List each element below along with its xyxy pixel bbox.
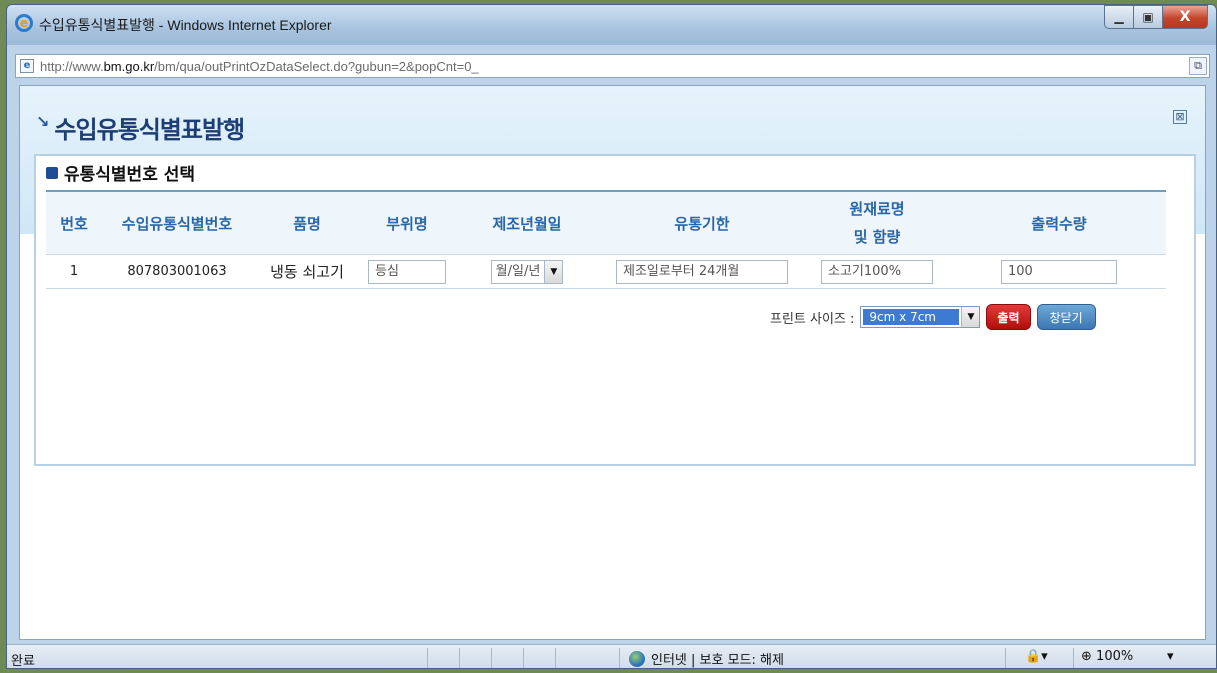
globe-icon: [629, 650, 645, 667]
arrow-icon: ↘: [36, 112, 49, 131]
security-zone[interactable]: 인터넷 | 보호 모드: 해제: [629, 649, 784, 668]
close-window-button[interactable]: X: [1162, 5, 1208, 29]
quantity-input[interactable]: 100: [1001, 259, 1117, 284]
url-text[interactable]: http://www.bm.go.kr/bm/qua/outPrintOzDat…: [40, 59, 479, 74]
material-input[interactable]: 소고기100%: [821, 259, 933, 284]
print-button[interactable]: 출력: [986, 304, 1031, 330]
cell-mfg-date: 월/일/년 ▼: [452, 254, 602, 289]
cell-code: 807803001063: [102, 254, 252, 289]
cell-no: 1: [46, 254, 102, 289]
ie-logo-icon: e: [15, 14, 33, 32]
page-icon: e: [20, 59, 34, 73]
page-content: ↘ 수입유통식별표발행 ⊠ 유통식별번호 선택 번호 수입유통식별번호 품명 부위…: [19, 85, 1206, 640]
compatibility-view-icon[interactable]: ⧉: [1189, 57, 1207, 75]
print-size-select[interactable]: 9cm x 7cm ▼: [860, 306, 981, 328]
status-text: 완료: [11, 654, 35, 669]
window-title: 수입유통식별표발행 - Windows Internet Explorer: [39, 17, 332, 33]
table-header-row: 번호 수입유통식별번호 품명 부위명 제조년월일 유통기한 원재료명 및 함량 출…: [46, 191, 1166, 255]
status-bar: 완료 인터넷 | 보호 모드: 해제 🔒▾ ⊕ 100% ▾: [7, 644, 1216, 669]
close-popup-button[interactable]: 창닫기: [1036, 304, 1096, 330]
mfg-date-select[interactable]: 월/일/년 ▼: [490, 259, 564, 284]
expiry-input[interactable]: 제조일로부터 24개월: [616, 259, 788, 284]
lock-icon[interactable]: 🔒▾: [1025, 649, 1048, 664]
cell-qty: 100: [952, 254, 1166, 289]
header-material: 원재료명 및 함량: [802, 191, 952, 255]
zoom-dropdown-icon[interactable]: ▾: [1167, 649, 1174, 664]
identification-table: 번호 수입유통식별번호 품명 부위명 제조년월일 유통기한 원재료명 및 함량 출…: [46, 190, 1166, 289]
zone-text: 인터넷 | 보호 모드: 해제: [651, 653, 784, 668]
minimize-button[interactable]: ▁: [1104, 5, 1134, 29]
zoom-control[interactable]: ⊕ 100%: [1081, 649, 1133, 664]
window-controls: ▁ ▣ X: [1104, 5, 1208, 31]
header-product: 품명: [252, 191, 362, 255]
table-row: 1 807803001063 냉동 쇠고기 등심 월/일/년 ▼ 제조일로부터 2…: [46, 254, 1166, 289]
zoom-icon: ⊕: [1081, 649, 1092, 664]
cell-material: 소고기100%: [802, 254, 952, 289]
popup-close-icon[interactable]: ⊠: [1173, 110, 1187, 124]
cell-part: 등심: [362, 254, 452, 289]
maximize-button[interactable]: ▣: [1133, 5, 1163, 29]
print-size-label: 프린트 사이즈 :: [770, 311, 855, 327]
popup-title: ↘ 수입유통식별표발행: [36, 112, 245, 144]
print-controls: 프린트 사이즈 : 9cm x 7cm ▼ 출력 창닫기: [770, 303, 1096, 331]
address-bar[interactable]: e http://www.bm.go.kr/bm/qua/outPrintOzD…: [15, 54, 1210, 78]
header-mfg-date: 제조년월일: [452, 191, 602, 255]
header-expiry: 유통기한: [602, 191, 802, 255]
cell-product: 냉동 쇠고기: [252, 254, 362, 289]
chevron-down-icon: ▼: [544, 260, 563, 283]
chevron-down-icon: ▼: [961, 307, 980, 327]
header-no: 번호: [46, 191, 102, 255]
header-qty: 출력수량: [952, 191, 1166, 255]
header-code: 수입유통식별번호: [102, 191, 252, 255]
part-input[interactable]: 등심: [368, 259, 446, 284]
bullet-icon: [46, 167, 58, 179]
browser-window: e 수입유통식별표발행 - Windows Internet Explorer …: [6, 4, 1217, 669]
section-title: 유통식별번호 선택: [46, 160, 195, 185]
header-part: 부위명: [362, 191, 452, 255]
title-bar[interactable]: e 수입유통식별표발행 - Windows Internet Explorer …: [7, 5, 1216, 45]
cell-expiry: 제조일로부터 24개월: [602, 254, 802, 289]
